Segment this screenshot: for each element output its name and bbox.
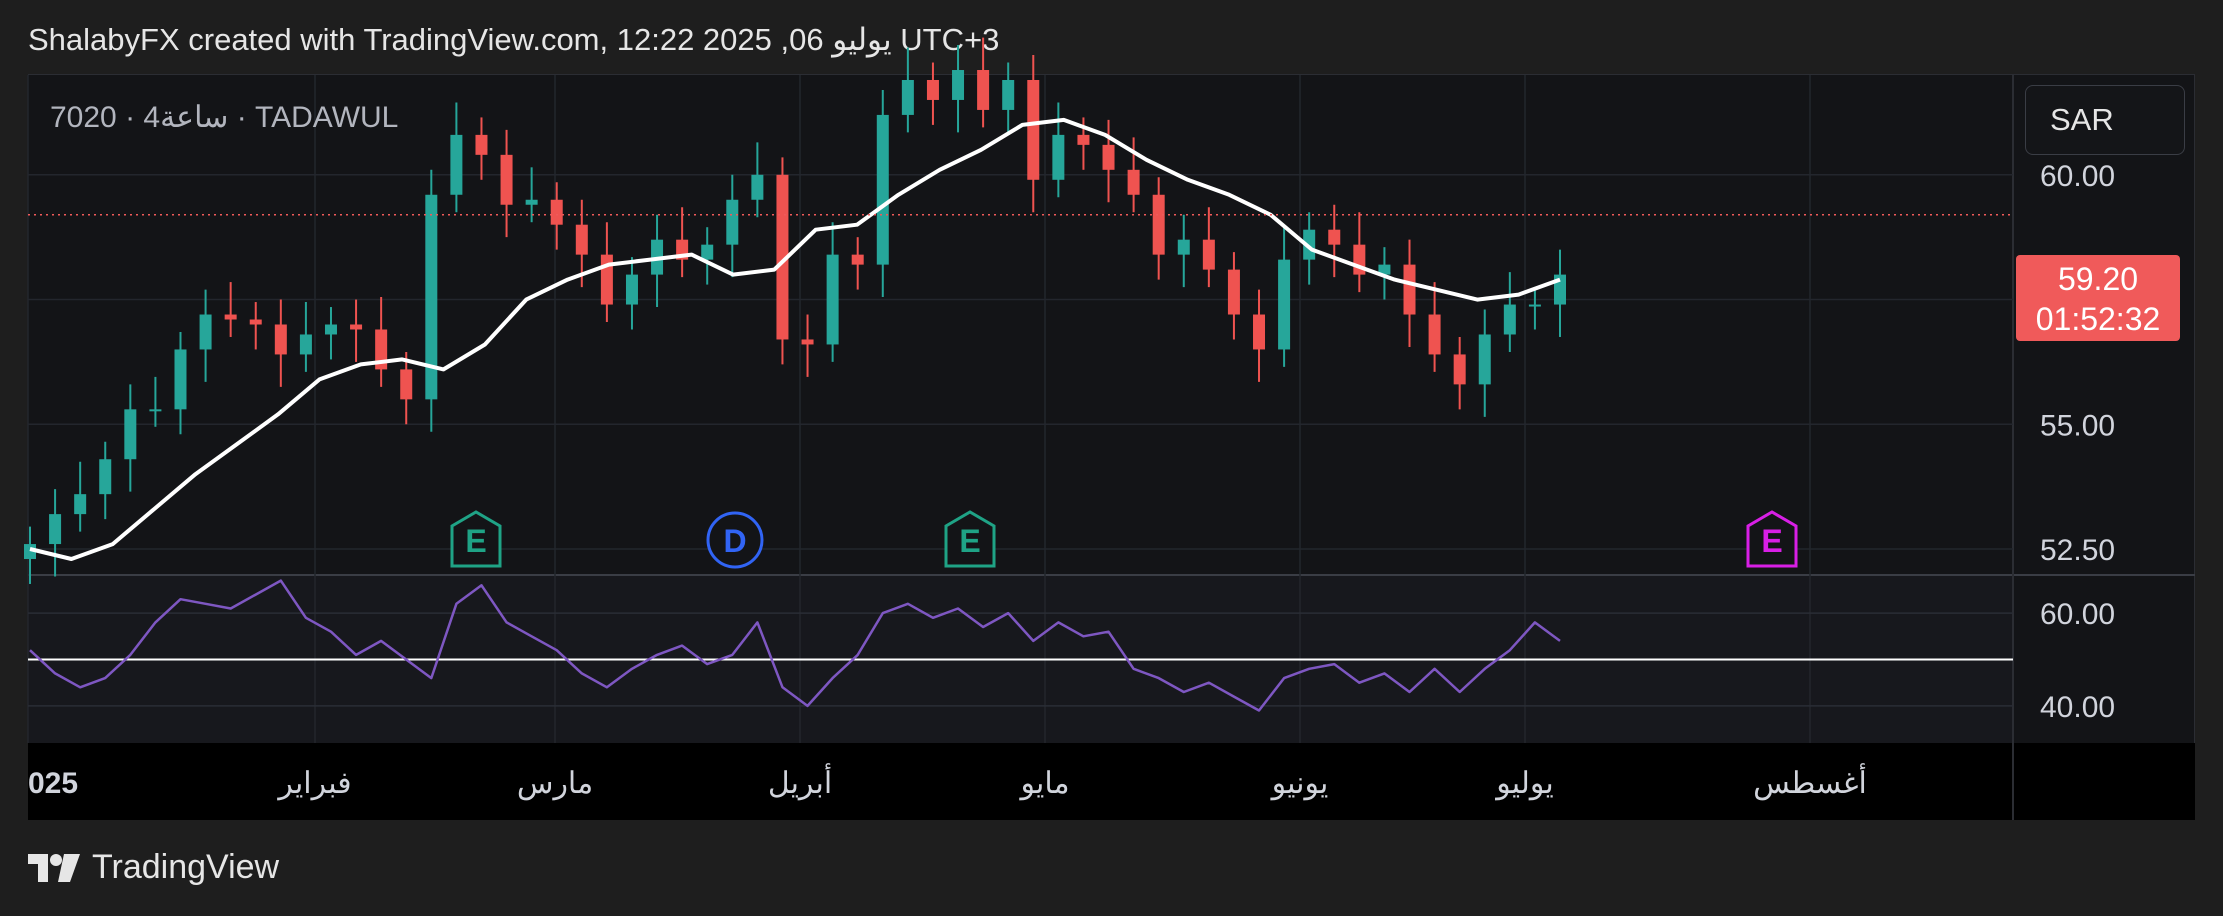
rsi-axis-label: 40.00 — [2040, 691, 2115, 724]
candle-body — [475, 134, 488, 155]
time-axis-label: يونيو — [1270, 767, 1329, 801]
candle-body — [249, 319, 262, 325]
chart-canvas[interactable]: EDEE 52.5055.0057.5060.0040.0060.00025فب… — [0, 0, 2223, 916]
candle-body — [224, 314, 237, 320]
time-axis-bg — [28, 743, 2195, 820]
candle-body — [324, 324, 337, 335]
candle-body — [49, 514, 62, 545]
event-marker: E — [944, 510, 996, 568]
candle-body — [901, 79, 914, 115]
bar-countdown: 01:52:32 — [2035, 301, 2161, 337]
candle-body — [625, 274, 638, 305]
event-marker-label: E — [1761, 523, 1782, 559]
candle-body — [1052, 134, 1065, 180]
price-axis-label: 60.00 — [2040, 160, 2115, 193]
candle-body — [450, 134, 463, 195]
candle-body — [299, 334, 312, 355]
event-marker: E — [1746, 510, 1798, 568]
currency-button[interactable]: SAR — [2025, 85, 2185, 155]
event-marker: E — [450, 510, 502, 568]
candle-body — [74, 494, 87, 515]
time-axis-label: يوليو — [1494, 767, 1554, 801]
price-axis-label: 55.00 — [2040, 409, 2115, 442]
candle-body — [500, 154, 513, 205]
time-axis-label: أبريل — [768, 763, 832, 801]
event-marker-label: E — [959, 523, 980, 559]
candle-body — [1278, 259, 1291, 350]
candle-body — [400, 369, 413, 400]
candle-body — [199, 314, 212, 350]
candle-body — [801, 339, 814, 345]
candle-body — [174, 349, 187, 410]
time-axis-label: فبراير — [276, 767, 351, 801]
time-axis-label: مايو — [1018, 767, 1069, 801]
candle-body — [826, 254, 839, 345]
candle-body — [1027, 79, 1040, 180]
last-price-value: 59.20 — [2057, 261, 2139, 297]
candle-body — [575, 224, 588, 255]
rsi-axis-label: 60.00 — [2040, 598, 2115, 631]
candle-body — [851, 254, 864, 265]
candle-body — [1177, 239, 1190, 255]
candle-body — [1253, 314, 1266, 350]
candle-body — [1453, 354, 1466, 385]
time-axis-label: أغسطس — [1753, 763, 1867, 801]
candle-body — [1528, 304, 1541, 307]
price-axis-label: 52.50 — [2040, 534, 2115, 567]
candle-body — [876, 114, 889, 265]
event-marker: D — [706, 511, 764, 569]
candle-body — [99, 459, 112, 495]
candle-body — [977, 70, 990, 110]
candle-body — [1002, 79, 1015, 110]
candle-body — [1227, 269, 1240, 315]
candle-body — [600, 254, 613, 305]
candle-body — [124, 409, 137, 460]
symbol-label: 7020 · 4ساعة · TADAWUL — [50, 101, 399, 134]
candle-body — [751, 174, 764, 200]
tradingview-logo-icon — [28, 853, 80, 882]
grid-lines — [27, 75, 2195, 820]
candle-body — [726, 199, 739, 245]
candle-body — [525, 199, 538, 205]
candle-body — [1127, 169, 1140, 195]
candle-body — [1503, 304, 1516, 335]
candle-body — [701, 244, 714, 260]
candle-body — [274, 324, 287, 355]
candle-body — [1202, 239, 1215, 270]
candle-body — [1478, 334, 1491, 385]
candle-body — [149, 409, 162, 412]
candle-body — [550, 199, 563, 225]
candle-body — [926, 79, 939, 100]
candle-body — [1102, 144, 1115, 170]
candle-body — [1152, 194, 1165, 255]
candle-body — [1077, 134, 1090, 145]
event-marker-label: E — [465, 523, 486, 559]
candle-body — [350, 324, 363, 330]
event-marker-label: D — [723, 523, 746, 559]
candle-body — [1328, 229, 1341, 245]
candle-body — [1403, 264, 1416, 315]
last-price-badge: 59.20 01:52:32 — [2016, 255, 2180, 341]
candle-body — [952, 70, 965, 100]
tradingview-logo[interactable]: TradingView — [28, 848, 279, 887]
brand-name: TradingView — [92, 848, 280, 886]
candle-body — [1428, 314, 1441, 355]
time-axis-label: 025 — [28, 767, 78, 800]
time-axis-label: مارس — [517, 767, 593, 801]
